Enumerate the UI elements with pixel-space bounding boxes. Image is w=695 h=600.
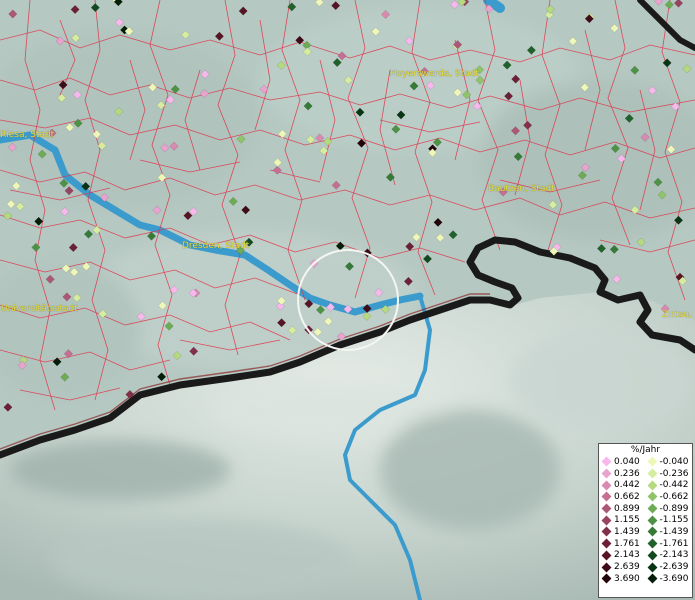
- legend-value: -2.143: [659, 550, 689, 561]
- legend-swatch: [601, 503, 612, 514]
- legend-negative-row: -1.761: [647, 538, 693, 550]
- legend-positive-column: 0.040 0.236 0.442 0.662 0.899 1.155 1.439 1.761…: [601, 456, 647, 585]
- legend-positive-row: 2.143: [601, 550, 647, 562]
- legend-negative-row: -2.639: [647, 561, 693, 573]
- legend-negative-row: -0.899: [647, 503, 693, 515]
- legend-negative-row: -0.662: [647, 491, 693, 503]
- legend-swatch: [647, 527, 657, 537]
- legend-value: 3.690: [614, 573, 640, 584]
- legend-positive-row: 1.155: [601, 514, 647, 526]
- legend-swatch: [647, 550, 657, 561]
- legend-swatch: [601, 538, 612, 549]
- legend-swatch: [601, 527, 612, 537]
- legend-negative-row: -3.690: [647, 573, 693, 585]
- legend-swatch: [601, 550, 612, 561]
- legend-value: -3.690: [659, 573, 689, 584]
- legend-negative-row: -0.040: [647, 456, 693, 468]
- legend-swatch: [647, 480, 657, 491]
- city-label-bautzen: Bautzen, Stadt: [488, 184, 555, 194]
- legend-positive-row: 1.761: [601, 538, 647, 550]
- legend-value: -2.639: [659, 562, 689, 573]
- legend-positive-row: 0.899: [601, 503, 647, 515]
- legend-swatch: [601, 515, 612, 526]
- legend-positive-row: 0.236: [601, 468, 647, 480]
- terrain-map[interactable]: [0, 0, 695, 600]
- legend-value: 0.899: [614, 503, 640, 514]
- legend-title: %/Jahr: [630, 445, 661, 455]
- legend-swatch: [601, 491, 612, 502]
- legend-negative-column: -0.040 -0.236 -0.442 -0.662 -0.899 -1.155 -1.4…: [647, 456, 693, 585]
- legend-negative-row: -0.442: [647, 479, 693, 491]
- legend-value: -1.761: [659, 538, 689, 549]
- legend-value: -0.040: [659, 456, 689, 467]
- legend-value: 2.143: [614, 550, 640, 561]
- legend-positive-row: 0.662: [601, 491, 647, 503]
- legend-negative-row: -0.236: [647, 468, 693, 480]
- city-label-hoyerswerda: Hoyerswerda, Stadt: [390, 69, 479, 79]
- legend-swatch: [647, 515, 657, 526]
- legend-swatch: [647, 538, 657, 549]
- legend-swatch: [601, 573, 612, 584]
- legend-swatch: [647, 562, 657, 572]
- city-label-zittau: Zittau,: [662, 310, 692, 320]
- city-label-riesa: Riesa, Stadt: [0, 130, 55, 140]
- legend-negative-row: -1.155: [647, 514, 693, 526]
- legend-value: 1.761: [614, 538, 640, 549]
- legend-swatch: [601, 480, 612, 491]
- legend-swatch: [601, 562, 612, 572]
- legend: %/Jahr 0.040 0.236 0.442 0.662 0.899 1.155 1.4…: [598, 443, 693, 598]
- legend-value: 1.439: [614, 526, 640, 537]
- legend-value: 0.442: [614, 480, 640, 491]
- legend-value: -1.439: [659, 526, 689, 537]
- legend-value: 1.155: [614, 515, 640, 526]
- legend-swatch: [647, 503, 657, 514]
- legend-positive-row: 0.040: [601, 456, 647, 468]
- legend-swatch: [647, 456, 657, 467]
- legend-negative-row: -2.143: [647, 550, 693, 562]
- legend-swatch: [647, 468, 657, 479]
- legend-positive-row: 0.442: [601, 479, 647, 491]
- legend-positive-row: 3.690: [601, 573, 647, 585]
- legend-value: -0.442: [659, 480, 689, 491]
- legend-positive-row: 2.639: [601, 561, 647, 573]
- legend-value: 2.639: [614, 562, 640, 573]
- legend-value: -0.662: [659, 491, 689, 502]
- legend-swatch: [601, 456, 612, 467]
- legend-value: -1.155: [659, 515, 689, 526]
- city-label-universitaetsstadt: Universitätsstadt: [1, 304, 78, 314]
- legend-value: 0.236: [614, 468, 640, 479]
- legend-swatch: [647, 491, 657, 502]
- legend-positive-row: 1.439: [601, 526, 647, 538]
- legend-value: -0.236: [659, 468, 689, 479]
- legend-value: 0.662: [614, 491, 640, 502]
- legend-negative-row: -1.439: [647, 526, 693, 538]
- legend-swatch: [647, 573, 657, 584]
- legend-swatch: [601, 468, 612, 479]
- legend-value: 0.040: [614, 456, 640, 467]
- legend-value: -0.899: [659, 503, 689, 514]
- city-label-dresden: Dresden, Stadt: [182, 241, 250, 251]
